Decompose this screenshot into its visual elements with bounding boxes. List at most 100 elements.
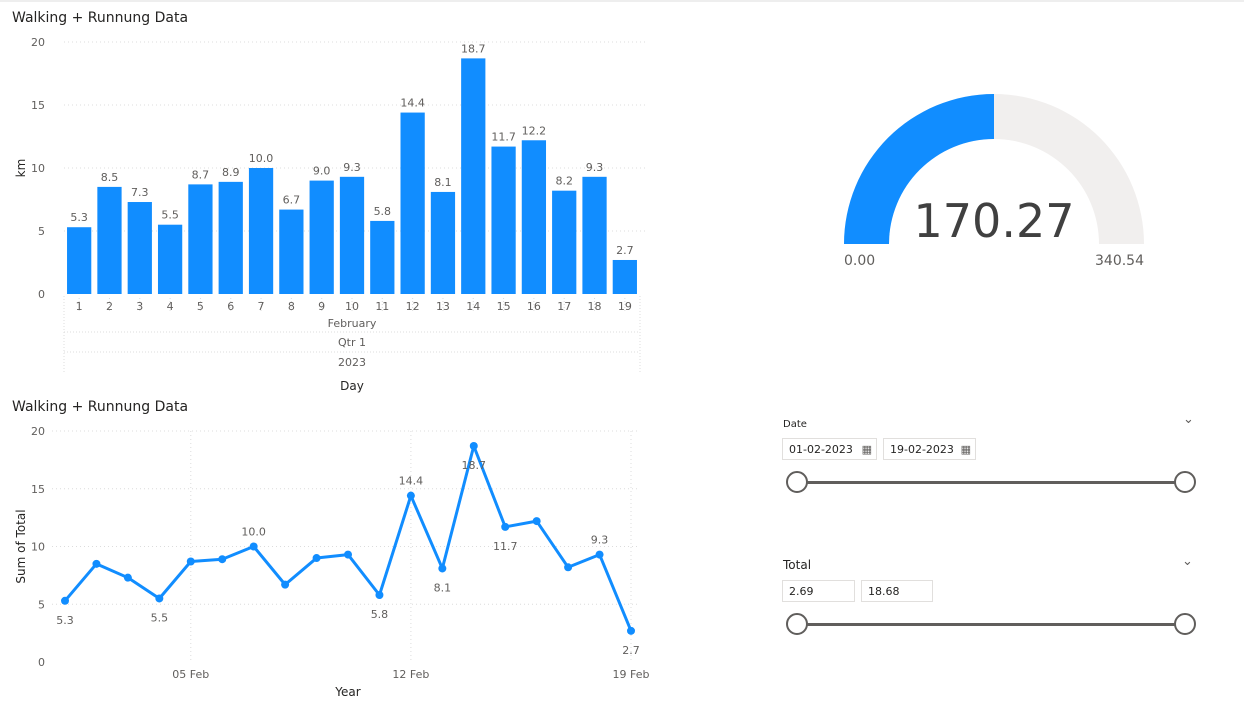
point-data-label: 5.5 [151, 611, 169, 624]
y-tick-label: 0 [38, 656, 45, 669]
date-slider-track[interactable] [797, 481, 1186, 484]
bar-chart[interactable]: 0 5 10 15 20 km 5.3 1 8.5 2 7.3 3 5.5 4 8.7 5 8.9 6 10.0 7 6… [0, 0, 660, 400]
bar-data-label: 9.0 [313, 165, 331, 178]
series-point [186, 557, 195, 566]
x-tick-label: 12 [406, 300, 420, 313]
bar [582, 176, 607, 294]
series-line [63, 444, 633, 632]
x-tick-label: 05 Feb [172, 668, 209, 681]
total-min-value: 2.69 [789, 585, 814, 598]
series-point [375, 591, 384, 600]
bar-data-label: 14.4 [400, 97, 425, 110]
y-tick-label: 0 [38, 288, 45, 301]
point-data-label: 8.1 [434, 581, 452, 594]
x-tick-label: 8 [288, 300, 295, 313]
bar-data-label: 18.7 [461, 42, 486, 55]
point-data-label: 10.0 [241, 526, 266, 539]
y-tick-label: 15 [31, 99, 45, 112]
x-axis-title: Year [334, 685, 360, 699]
total-slicer-label: Total [783, 558, 812, 572]
date-end-value: 19-02-2023 [890, 443, 954, 456]
series-point [438, 564, 447, 573]
series-point [312, 554, 321, 563]
x-tick-label: 10 [345, 300, 359, 313]
series-point [532, 517, 541, 526]
x-tick-label: 3 [136, 300, 143, 313]
date-slider-end-handle[interactable] [1174, 471, 1196, 493]
bar [188, 184, 213, 294]
y-tick-label: 20 [31, 36, 45, 49]
total-slider-min-handle[interactable] [786, 613, 808, 635]
series-point [501, 522, 510, 531]
bar-data-label: 7.3 [131, 186, 149, 199]
date-start-value: 01-02-2023 [789, 443, 853, 456]
x-tick-label: 16 [527, 300, 541, 313]
total-max-input[interactable]: 18.68 [861, 580, 933, 602]
gauge-chart[interactable]: 170.27 0.00 340.54 [790, 80, 1210, 300]
bar-data-label: 8.2 [555, 175, 573, 188]
gauge-min-label: 0.00 [844, 253, 875, 269]
chevron-down-icon[interactable]: ⌄ [1182, 554, 1193, 569]
bar-data-label: 10.0 [249, 152, 274, 165]
bar [157, 224, 183, 294]
date-start-input[interactable]: 01-02-2023 ▦ [782, 438, 877, 460]
bar [339, 176, 365, 294]
x-tick-label: 2 [106, 300, 113, 313]
x-tick-label: 12 Feb [392, 668, 429, 681]
series-point [249, 542, 258, 551]
series-point [406, 491, 415, 500]
total-slider-max-handle[interactable] [1174, 613, 1196, 635]
bar-data-label: 8.1 [434, 176, 452, 189]
gauge-value: 170.27 [914, 194, 1075, 248]
bar-data-label: 2.7 [616, 244, 634, 257]
y-tick-label: 15 [31, 483, 45, 496]
x-tick-label: 5 [197, 300, 204, 313]
bar [127, 202, 152, 294]
hierarchy-label: February [328, 317, 377, 330]
calendar-icon[interactable]: ▦ [862, 439, 872, 461]
x-tick-label: 9 [318, 300, 325, 313]
bar-data-label: 6.7 [283, 194, 301, 207]
x-tick-label: 7 [258, 300, 265, 313]
bar-data-label: 8.5 [101, 171, 119, 184]
x-tick-label: 17 [557, 300, 571, 313]
x-tick-label: 1 [76, 300, 83, 313]
bar-data-label: 5.8 [374, 205, 392, 218]
date-end-input[interactable]: 19-02-2023 ▦ [883, 438, 976, 460]
date-slider-start-handle[interactable] [786, 471, 808, 493]
x-tick-label: 19 [618, 300, 632, 313]
calendar-icon[interactable]: ▦ [961, 439, 971, 461]
x-tick-label: 19 Feb [613, 668, 650, 681]
line-chart[interactable]: 0 5 10 15 20 05 Feb 12 Feb 19 Feb Sum of Total Ye… [0, 400, 660, 700]
bar [521, 140, 547, 294]
x-tick-label: 11 [375, 300, 389, 313]
point-data-label: 5.3 [56, 614, 74, 627]
bar [218, 181, 243, 294]
bar [491, 146, 516, 294]
total-max-value: 18.68 [868, 585, 900, 598]
bar [552, 190, 577, 294]
series-point [61, 596, 69, 605]
series-point [123, 573, 132, 582]
bar [97, 186, 122, 294]
x-tick-label: 15 [497, 300, 511, 313]
bar-data-label: 12.2 [522, 124, 547, 137]
point-data-label: 2.7 [622, 644, 640, 657]
total-min-input[interactable]: 2.69 [782, 580, 855, 602]
total-slider-track[interactable] [797, 623, 1186, 626]
y-tick-label: 10 [31, 541, 45, 554]
x-tick-label: 18 [588, 300, 602, 313]
point-data-label: 5.8 [371, 608, 389, 621]
x-axis-title: Day [340, 379, 364, 393]
series-point [564, 563, 573, 572]
point-data-label: 14.4 [399, 475, 424, 488]
bar [430, 191, 456, 294]
chevron-down-icon[interactable]: ⌄ [1183, 412, 1194, 427]
point-data-label: 18.7 [462, 459, 487, 472]
gauge-max-label: 340.54 [1095, 253, 1144, 269]
x-tick-label: 13 [436, 300, 450, 313]
bar [279, 209, 304, 294]
bar-data-label: 9.3 [586, 161, 604, 174]
point-data-label: 11.7 [493, 540, 518, 553]
bar [400, 112, 425, 294]
